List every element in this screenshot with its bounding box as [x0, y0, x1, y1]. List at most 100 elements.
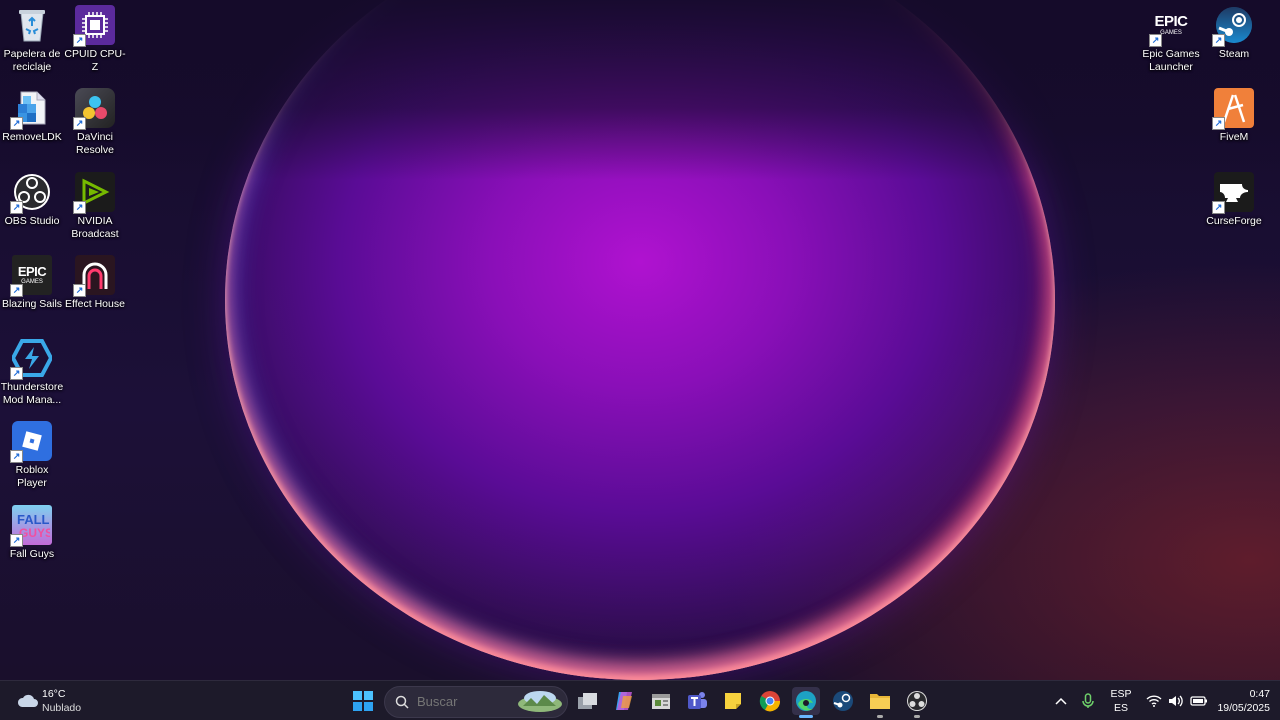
quick-settings-button[interactable] [1142, 687, 1212, 715]
desktop-icon-removeldk[interactable]: ↗ RemoveLDK [0, 88, 64, 144]
fivem-icon: ↗ [1212, 88, 1254, 130]
volume-icon [1169, 695, 1183, 707]
clock-time: 0:47 [1249, 688, 1270, 700]
steam-taskbar-button[interactable] [829, 687, 857, 715]
edge-button[interactable] [792, 687, 820, 718]
shortcut-arrow-icon: ↗ [1212, 34, 1225, 47]
teams-icon [688, 692, 707, 709]
desktop-icon-label: Roblox Player [15, 464, 49, 489]
file-explorer-button[interactable] [866, 687, 894, 718]
desktop-wallpaper [0, 0, 1280, 680]
file-button[interactable] [647, 687, 675, 715]
start-icon [353, 691, 373, 711]
teams-button[interactable] [683, 687, 711, 715]
epic-logo-text: EPIC [17, 263, 47, 279]
cloud-icon [17, 694, 38, 707]
steam-icon: ↗ [1212, 5, 1254, 47]
microphone-icon [1082, 693, 1094, 708]
shortcut-arrow-icon: ↗ [10, 534, 23, 547]
desktop-icon-fivem[interactable]: ↗ FiveM [1202, 88, 1266, 144]
desktop-icon-roblox[interactable]: ↗ Roblox Player [0, 421, 64, 490]
desktop-icon-steam[interactable]: ↗ Steam [1202, 5, 1266, 61]
chrome-button[interactable] [756, 687, 784, 715]
wifi-icon [1146, 695, 1162, 707]
desktop-icon-label: Epic Games Launcher [1142, 48, 1200, 73]
copilot-button[interactable] [610, 687, 638, 715]
chrome-icon [759, 691, 781, 712]
wallpaper-shade [0, 0, 1280, 180]
epic-logo-text: EPIC [1154, 12, 1188, 30]
desktop-icon-label: RemoveLDK [2, 131, 62, 143]
desktop-icon-effect-house[interactable]: ↗ Effect House [63, 255, 127, 311]
search-input[interactable] [415, 693, 509, 710]
shortcut-arrow-icon: ↗ [73, 284, 86, 297]
epic-logo-subtext: GAMES [21, 278, 43, 285]
taskbar: 16°C Nublado Buscar ESP ES 0:47 19/05/20… [0, 680, 1280, 720]
shortcut-arrow-icon: ↗ [73, 201, 86, 214]
taskbar-search[interactable] [384, 686, 568, 718]
sticky-notes-button[interactable] [719, 687, 747, 715]
curseforge-icon: ↗ [1212, 172, 1254, 214]
desktop-icon-fallguys[interactable]: FALL GUYS ↗ Fall Guys [0, 505, 64, 561]
davinci-icon: ↗ [73, 88, 115, 130]
epic-icon: EPIC GAMES ↗ [1149, 5, 1191, 47]
desktop-icon-label: DaVinci Resolve [76, 131, 114, 156]
file-icon [652, 694, 670, 709]
sticky-notes-icon [725, 693, 741, 709]
search-icon [395, 695, 409, 709]
removeldk-icon: ↗ [10, 88, 52, 130]
recycle-bin-icon [12, 5, 52, 45]
desktop-icon-davinci[interactable]: ↗ DaVinci Resolve [63, 88, 127, 157]
shortcut-arrow-icon: ↗ [1149, 34, 1162, 47]
desktop-icon-label: OBS Studio [4, 215, 60, 227]
shortcut-arrow-icon: ↗ [1212, 201, 1225, 214]
shortcut-arrow-icon: ↗ [1212, 117, 1225, 130]
desktop-icon-label: Fall Guys [9, 548, 55, 560]
shortcut-arrow-icon: ↗ [10, 367, 23, 380]
epic-logo-subtext: GAMES [1160, 29, 1182, 36]
start-button[interactable] [349, 687, 377, 715]
shortcut-arrow-icon: ↗ [10, 117, 23, 130]
desktop-icon-label: Thunderstore Mod Mana... [0, 381, 64, 406]
desktop-icon-curseforge[interactable]: ↗ CurseForge [1202, 172, 1266, 228]
keyboard-layout: ES [1113, 702, 1128, 714]
steam-icon [833, 691, 853, 711]
svg-text:GUYS: GUYS [19, 526, 50, 540]
clock[interactable]: 0:47 19/05/2025 [1206, 687, 1276, 715]
microphone-button[interactable] [1076, 687, 1100, 715]
weather-widget[interactable]: 16°C Nublado [14, 686, 124, 716]
clock-date: 19/05/2025 [1217, 702, 1270, 714]
desktop-icon-label: CurseForge [1206, 215, 1262, 227]
desktop-icon-cpuz[interactable]: ↗ CPUID CPU-Z [63, 5, 127, 74]
shortcut-arrow-icon: ↗ [10, 284, 23, 297]
edge-icon [796, 691, 816, 711]
task-view-button[interactable] [574, 687, 602, 715]
search-highlight-icon [518, 691, 562, 712]
desktop-icon-epic-games-launcher[interactable]: EPIC GAMES ↗ Epic Games Launcher [1139, 5, 1203, 74]
fallguys-icon: FALL GUYS ↗ [10, 505, 52, 547]
desktop-icon-thunderstore[interactable]: ↗ Thunderstore Mod Mana... [0, 338, 64, 407]
obs-icon [907, 691, 927, 711]
desktop-icon-nvidia-broadcast[interactable]: ↗ NVIDIA Broadcast [63, 172, 127, 241]
svg-text:FALL: FALL [17, 512, 50, 527]
roblox-icon: ↗ [10, 421, 52, 463]
desktop-icon-label: Blazing Sails [1, 298, 63, 310]
desktop-icon-recycle-bin[interactable]: Papelera de reciclaje [0, 5, 64, 74]
desktop-icon-obs[interactable]: ↗ OBS Studio [0, 172, 64, 228]
shortcut-arrow-icon: ↗ [10, 201, 23, 214]
language-code: ESP [1110, 688, 1132, 700]
desktop-icon-blazing-sails[interactable]: EPIC GAMES ↗ Blazing Sails [0, 255, 64, 311]
weather-temp: 16°C [42, 688, 66, 700]
thunderstore-icon: ↗ [10, 338, 52, 380]
language-indicator[interactable]: ESP ES [1104, 687, 1138, 715]
shortcut-arrow-icon: ↗ [73, 117, 86, 130]
desktop-icon-label: Papelera de reciclaje [3, 48, 61, 73]
weather-condition: Nublado [42, 702, 82, 714]
chevron-up-icon [1055, 697, 1067, 705]
show-hidden-icons-button[interactable] [1048, 687, 1074, 715]
desktop-icon-label: NVIDIA Broadcast [71, 215, 119, 240]
effect-house-icon: ↗ [73, 255, 115, 297]
nvidia-icon: ↗ [73, 172, 115, 214]
shortcut-arrow-icon: ↗ [10, 450, 23, 463]
obs-taskbar-button[interactable] [903, 687, 931, 718]
